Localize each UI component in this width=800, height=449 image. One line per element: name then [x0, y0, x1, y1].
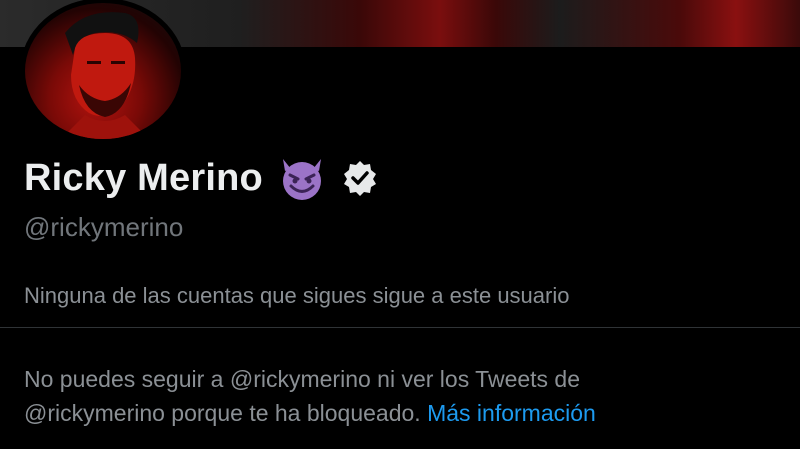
profile-avatar[interactable]	[20, 0, 186, 144]
blocked-notice-line-2-text: @rickymerino porque te ha bloqueado.	[24, 400, 428, 426]
blocked-notice: No puedes seguir a @rickymerino ni ver l…	[24, 362, 794, 430]
blocked-notice-line-2: @rickymerino porque te ha bloqueado. Más…	[24, 396, 794, 430]
name-row: Ricky Merino	[24, 153, 379, 203]
more-info-link[interactable]: Más información	[427, 400, 596, 426]
profile-handle: @rickymerino	[24, 212, 184, 242]
blocked-notice-line-1: No puedes seguir a @rickymerino ni ver l…	[24, 366, 581, 392]
smiling-face-with-horns-icon	[277, 155, 327, 201]
avatar-photo	[25, 3, 181, 139]
section-divider	[0, 327, 800, 328]
profile-page: Ricky Merino @rickymerino Ninguna de las…	[0, 0, 800, 449]
followers-you-know-note: Ninguna de las cuentas que sigues sigue …	[24, 283, 570, 308]
verified-badge-icon[interactable]	[341, 159, 379, 197]
display-name: Ricky Merino	[24, 156, 263, 199]
